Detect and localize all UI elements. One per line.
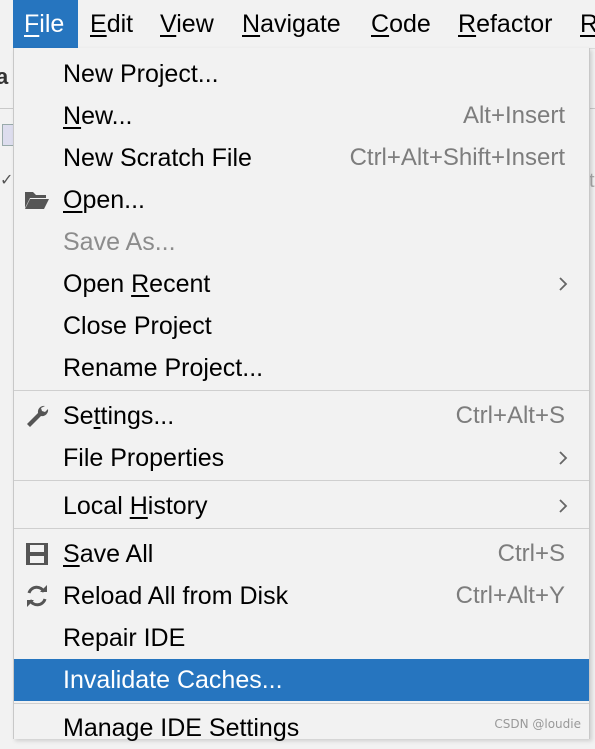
chevron-right-icon — [559, 277, 568, 291]
save-icon — [26, 543, 48, 565]
menu-item-settings[interactable]: Settings... Ctrl+Alt+S — [14, 395, 589, 437]
menu-separator — [14, 703, 589, 704]
shortcut-reload: Ctrl+Alt+Y — [455, 582, 565, 609]
menu-item-file-properties[interactable]: File Properties — [14, 437, 589, 479]
folder-open-icon — [25, 192, 49, 209]
chevron-right-icon — [559, 499, 568, 513]
shortcut-settings: Ctrl+Alt+S — [455, 402, 565, 429]
menu-item-new-scratch-file[interactable]: New Scratch File Ctrl+Alt+Shift+Insert — [14, 137, 589, 179]
menu-item-invalidate-caches[interactable]: Invalidate Caches... — [14, 659, 589, 701]
watermark: CSDN @loudie — [494, 717, 581, 731]
menu-item-save-as: Save As... — [63, 228, 176, 256]
background-editor-strip — [0, 48, 13, 739]
reload-icon — [27, 585, 47, 607]
wrench-icon — [27, 405, 49, 427]
menu-item-new[interactable]: New... Alt+Insert — [14, 95, 589, 137]
menu-view[interactable]: View — [160, 0, 214, 48]
file-menu-dropdown: New Project... New... Alt+Insert New Scr… — [13, 48, 590, 742]
shortcut-new: Alt+Insert — [462, 102, 565, 129]
menu-item-rename-project[interactable]: Rename Project... — [14, 347, 589, 389]
menu-file[interactable]: File — [13, 0, 78, 48]
menu-item-close-project[interactable]: Close Project — [14, 305, 589, 347]
menu-item-repair-ide[interactable]: Repair IDE — [14, 617, 589, 659]
menu-item-open[interactable]: Open... — [14, 179, 589, 221]
shortcut-save-all: Ctrl+S — [497, 540, 565, 567]
menu-navigate[interactable]: Navigate — [242, 0, 341, 48]
menu-edit[interactable]: Edit — [90, 0, 133, 48]
shortcut-new-scratch: Ctrl+Alt+Shift+Insert — [349, 144, 565, 171]
menu-code[interactable]: Code — [371, 0, 431, 48]
menu-refactor[interactable]: Refactor — [458, 0, 553, 48]
menu-item-new-project[interactable]: New Project... — [14, 53, 589, 95]
menu-item-save-all[interactable]: Save All Ctrl+S — [14, 533, 589, 575]
menu-item-open-recent[interactable]: Open Recent — [14, 263, 589, 305]
menu-separator — [14, 390, 589, 391]
background-glyph: a — [0, 64, 9, 89]
menu-item-reload-all-from-disk[interactable]: Reload All from Disk Ctrl+Alt+Y — [14, 575, 589, 617]
menu-run-partial[interactable]: R — [580, 0, 595, 48]
menu-separator — [14, 528, 589, 529]
chevron-right-icon — [559, 451, 568, 465]
menu-bar: File Edit View Navigate Code Refactor R — [0, 0, 595, 49]
background-divider — [0, 108, 13, 109]
menu-item-local-history[interactable]: Local History — [14, 485, 589, 527]
menu-separator — [14, 480, 589, 481]
background-check-icon: ✓ — [0, 172, 14, 189]
